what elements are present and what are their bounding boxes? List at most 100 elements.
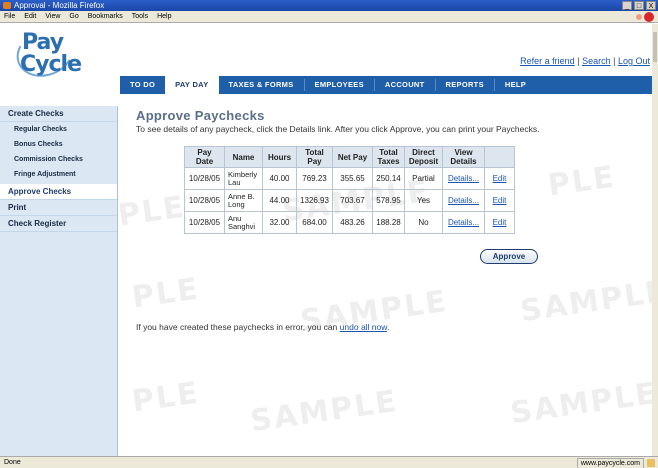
tab-todo[interactable]: TO DO bbox=[120, 76, 165, 94]
cell-edit: Edit bbox=[484, 211, 515, 234]
cell-details: Details... bbox=[442, 211, 485, 234]
table-row: 10/28/05 Anne B. Long 44.00 1326.93 703.… bbox=[184, 189, 515, 212]
error-note-text: If you have created these paychecks in e… bbox=[136, 322, 338, 332]
cell-name: Kimberly Lau bbox=[224, 167, 263, 190]
window-controls: _ □ X bbox=[622, 0, 656, 10]
scrollbar-thumb[interactable] bbox=[653, 32, 657, 62]
sample-watermark: PLE bbox=[129, 375, 202, 420]
sample-watermark: SAMPLE bbox=[248, 383, 400, 440]
page-title: Approve Paychecks bbox=[136, 108, 265, 123]
menu-bookmarks[interactable]: Bookmarks bbox=[88, 11, 123, 22]
table-row: 10/28/05 Anu Sanghvi 32.00 684.00 483.26… bbox=[184, 211, 515, 234]
cell-net-pay: 703.67 bbox=[332, 189, 373, 212]
tab-taxes-forms[interactable]: TAXES & FORMS bbox=[219, 76, 304, 94]
edit-link[interactable]: Edit bbox=[493, 218, 507, 227]
sidebar-item-commission-checks[interactable]: Commission Checks bbox=[0, 152, 117, 167]
menu-help[interactable]: Help bbox=[157, 11, 171, 22]
status-bar: Done www.paycycle.com bbox=[0, 456, 658, 468]
cell-name: Anu Sanghvi bbox=[224, 211, 263, 234]
col-label: Hours bbox=[267, 152, 292, 162]
close-button[interactable]: X bbox=[646, 1, 656, 10]
cell-net-pay: 483.26 bbox=[332, 211, 373, 234]
refer-friend-link[interactable]: Refer a friend bbox=[520, 56, 575, 66]
throbber-icon bbox=[644, 12, 654, 22]
col-name: Name bbox=[224, 146, 263, 168]
tab-account[interactable]: ACCOUNT bbox=[375, 76, 435, 94]
top-links: Refer a friend | Search | Log Out bbox=[520, 56, 650, 66]
status-url: www.paycycle.com bbox=[576, 458, 644, 468]
cell-hours: 32.00 bbox=[262, 211, 297, 234]
sidebar-item-create-checks[interactable]: Create Checks bbox=[0, 106, 117, 122]
cell-details: Details... bbox=[442, 167, 485, 190]
sidebar-item-check-register[interactable]: Check Register bbox=[0, 216, 117, 232]
edit-link[interactable]: Edit bbox=[493, 174, 507, 183]
cell-hours: 40.00 bbox=[262, 167, 297, 190]
cell-total-pay: 769.23 bbox=[296, 167, 333, 190]
logout-link[interactable]: Log Out bbox=[618, 56, 650, 66]
sample-watermark: PLE bbox=[115, 189, 188, 234]
page-description: To see details of any paycheck, click th… bbox=[136, 124, 540, 134]
col-total-pay: Total Pay bbox=[296, 146, 333, 168]
col-net-pay: Net Pay bbox=[332, 146, 373, 168]
col-label: Direct Deposit bbox=[408, 148, 439, 166]
main-nav: TO DO PAY DAY TAXES & FORMS EMPLOYEES AC… bbox=[120, 76, 656, 94]
vertical-scrollbar[interactable] bbox=[652, 24, 658, 456]
menu-view[interactable]: View bbox=[45, 11, 60, 22]
tab-reports[interactable]: REPORTS bbox=[436, 76, 494, 94]
tab-help[interactable]: HELP bbox=[495, 76, 536, 94]
search-link[interactable]: Search bbox=[582, 56, 611, 66]
col-direct-deposit: Direct Deposit bbox=[404, 146, 443, 168]
sidebar-item-regular-checks[interactable]: Regular Checks bbox=[0, 122, 117, 137]
sidebar-item-bonus-checks[interactable]: Bonus Checks bbox=[0, 137, 117, 152]
col-label: Net Pay bbox=[337, 152, 368, 162]
lock-icon bbox=[647, 459, 655, 467]
sidebar-item-print[interactable]: Print bbox=[0, 200, 117, 216]
details-link[interactable]: Details... bbox=[448, 174, 479, 183]
cell-edit: Edit bbox=[484, 189, 515, 212]
page-viewport: Pay Cycle Refer a friend | Search | Log … bbox=[0, 21, 658, 456]
sidebar-item-fringe-adjustment[interactable]: Fringe Adjustment bbox=[0, 167, 117, 182]
col-total-taxes: Total Taxes bbox=[372, 146, 405, 168]
undo-all-link[interactable]: undo all now bbox=[340, 322, 387, 332]
maximize-button[interactable]: □ bbox=[634, 1, 644, 10]
cell-edit: Edit bbox=[484, 167, 515, 190]
logo-text-cycle: Cycle bbox=[20, 52, 82, 77]
cell-direct-deposit: Yes bbox=[404, 189, 443, 212]
paycycle-logo[interactable]: Pay Cycle bbox=[8, 21, 118, 86]
cell-pay-date: 10/28/05 bbox=[184, 211, 225, 234]
cell-direct-deposit: No bbox=[404, 211, 443, 234]
menu-file[interactable]: File bbox=[4, 11, 15, 22]
tab-payday[interactable]: PAY DAY bbox=[165, 76, 219, 94]
cell-details: Details... bbox=[442, 189, 485, 212]
error-note-end: . bbox=[386, 322, 390, 332]
menu-edit[interactable]: Edit bbox=[24, 11, 36, 22]
tab-employees[interactable]: EMPLOYEES bbox=[305, 76, 374, 94]
col-label: Name bbox=[232, 152, 255, 162]
cell-total-taxes: 188.28 bbox=[372, 211, 405, 234]
main-content: Approve Paychecks To see details of any … bbox=[136, 108, 646, 332]
col-edit bbox=[484, 146, 515, 168]
cell-total-pay: 1326.93 bbox=[296, 189, 333, 212]
table-header-row: Pay Date Name Hours Total Pay Net Pay To… bbox=[184, 146, 515, 168]
firefox-icon bbox=[3, 2, 11, 9]
col-pay-date: Pay Date bbox=[184, 146, 225, 168]
cell-total-taxes: 250.14 bbox=[372, 167, 405, 190]
menu-go[interactable]: Go bbox=[69, 11, 78, 22]
details-link[interactable]: Details... bbox=[448, 196, 479, 205]
sidebar-item-approve-checks[interactable]: Approve Checks bbox=[0, 184, 117, 200]
edit-link[interactable]: Edit bbox=[493, 196, 507, 205]
cell-pay-date: 10/28/05 bbox=[184, 167, 225, 190]
table-row: 10/28/05 Kimberly Lau 40.00 769.23 355.6… bbox=[184, 167, 515, 190]
minimize-button[interactable]: _ bbox=[622, 1, 632, 10]
cell-total-pay: 684.00 bbox=[296, 211, 333, 234]
link-separator: | bbox=[613, 56, 616, 66]
sample-watermark: PLE bbox=[129, 271, 202, 316]
cell-hours: 44.00 bbox=[262, 189, 297, 212]
col-hours: Hours bbox=[262, 146, 297, 168]
menu-tools[interactable]: Tools bbox=[132, 11, 148, 22]
approve-button[interactable]: Approve bbox=[480, 249, 538, 264]
col-label: View Details bbox=[450, 148, 477, 166]
window-title: Approval - Mozilla Firefox bbox=[14, 1, 105, 10]
paychecks-table: Pay Date Name Hours Total Pay Net Pay To… bbox=[184, 146, 515, 234]
details-link[interactable]: Details... bbox=[448, 218, 479, 227]
